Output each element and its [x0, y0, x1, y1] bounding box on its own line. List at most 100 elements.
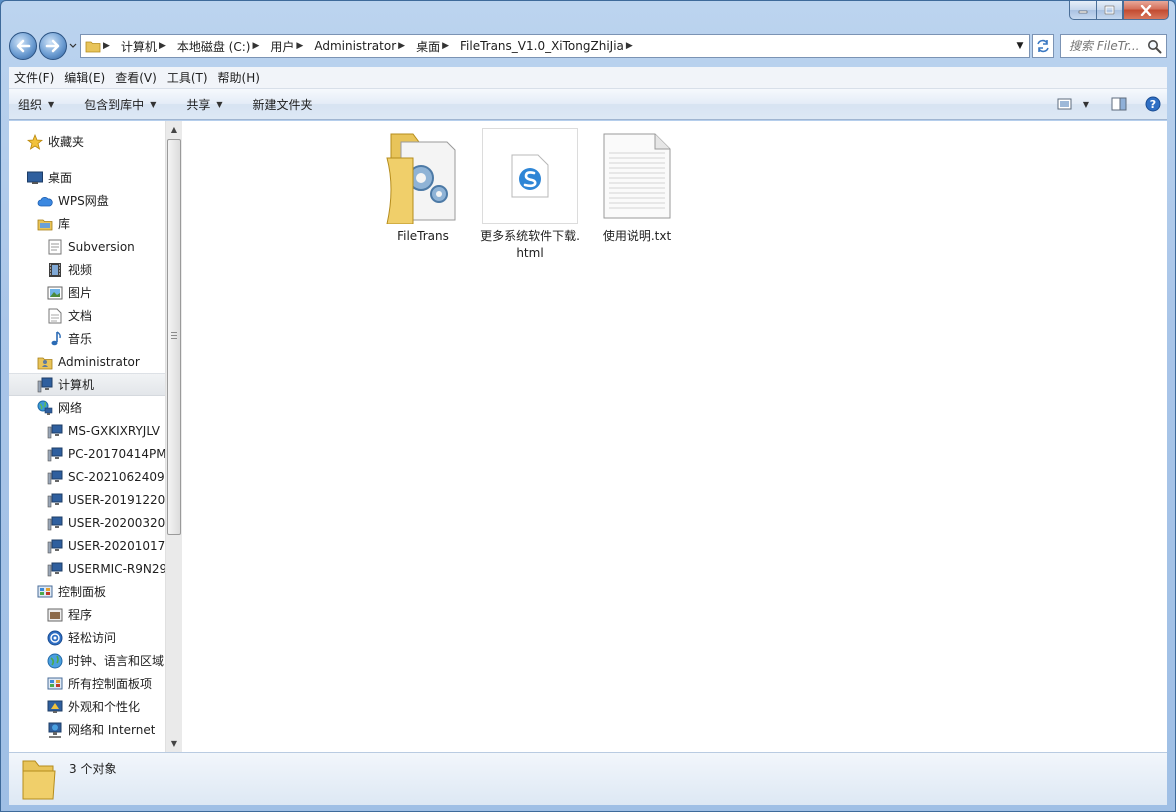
help-button[interactable]: ? [1139, 92, 1167, 116]
control-panel-icon [37, 584, 53, 600]
html-thumbnail [482, 128, 578, 224]
document-library-icon [47, 239, 63, 255]
nav-cp-programs[interactable]: 程序 [9, 603, 165, 626]
nav-network-computer[interactable]: USER-20201017I [9, 534, 165, 557]
breadcrumb-separator[interactable]: ▶ [250, 41, 262, 51]
breadcrumb-separator[interactable]: ▶ [440, 41, 452, 51]
user-folder-icon [37, 354, 53, 370]
command-bar-right: ▼ ? [1051, 92, 1167, 116]
address-history-dropdown[interactable]: ▼ [1011, 35, 1029, 57]
new-folder-button[interactable]: 新建文件夹 [244, 92, 322, 116]
nav-cp-all-items[interactable]: 所有控制面板项 [9, 672, 165, 695]
menu-tools[interactable]: 工具(T) [162, 68, 213, 88]
close-button[interactable] [1123, 1, 1169, 20]
search-input[interactable] [1069, 39, 1149, 53]
breadcrumb-item[interactable]: 本地磁盘 (C:) ▶ [173, 35, 267, 57]
menu-bar: 文件(F) 编辑(E) 查看(V) 工具(T) 帮助(H) [9, 67, 1167, 89]
nav-documents[interactable]: 文档 [9, 304, 165, 327]
maximize-icon [1104, 5, 1115, 15]
include-in-library-button[interactable]: 包含到库中 ▼ [75, 92, 165, 116]
refresh-button[interactable] [1032, 34, 1054, 58]
breadcrumb-item[interactable]: 计算机 ▶ [117, 35, 173, 57]
nav-cp-appearance[interactable]: 外观和个性化 [9, 695, 165, 718]
nav-cp-clock-region[interactable]: 时钟、语言和区域 [9, 649, 165, 672]
forward-button[interactable] [39, 32, 67, 60]
nav-videos[interactable]: 视频 [9, 258, 165, 281]
breadcrumb-separator[interactable]: ▶ [294, 41, 306, 51]
breadcrumb-separator[interactable]: ▶ [396, 41, 408, 51]
computer-icon [47, 423, 63, 439]
forward-arrow-icon [45, 39, 60, 53]
refresh-icon [1037, 39, 1049, 53]
breadcrumb-item[interactable]: FileTrans_V1.0_XiTongZhiJia ▶ [456, 35, 640, 57]
file-item[interactable]: 使用说明.txt [587, 128, 687, 245]
command-bar: 组织 ▼ 包含到库中 ▼ 共享 ▼ 新建文件夹 ▼ ? [9, 89, 1167, 120]
breadcrumb-item[interactable]: 用户 ▶ [266, 35, 310, 57]
nav-cp-ease-of-access[interactable]: 轻松访问 [9, 626, 165, 649]
nav-computer[interactable]: 计算机 [9, 373, 165, 396]
chevron-down-icon: ▼ [1082, 99, 1089, 109]
file-item[interactable]: 更多系统软件下载.html [480, 128, 580, 262]
star-icon [27, 133, 43, 150]
nav-network-computer[interactable]: USERMIC-R9N29 [9, 557, 165, 580]
minimize-button[interactable] [1069, 1, 1096, 20]
status-bar: 3 个对象 [9, 752, 1167, 805]
back-button[interactable] [9, 32, 37, 60]
file-item[interactable]: FileTrans [373, 128, 473, 245]
recent-pages-dropdown[interactable] [68, 32, 78, 60]
nav-favorites[interactable]: 收藏夹 [9, 130, 165, 153]
nav-administrator[interactable]: Administrator [9, 350, 165, 373]
menu-help[interactable]: 帮助(H) [213, 68, 265, 88]
breadcrumb-item[interactable]: 桌面 ▶ [412, 35, 456, 57]
nav-network[interactable]: 网络 [9, 396, 165, 419]
scroll-down-button[interactable]: ▼ [166, 735, 182, 752]
share-button[interactable]: 共享 ▼ [177, 92, 231, 116]
control-panel-icon [47, 676, 63, 692]
nav-subversion[interactable]: Subversion [9, 235, 165, 258]
scroll-grip [171, 332, 177, 340]
document-icon [47, 308, 63, 324]
file-name: 使用说明.txt [602, 229, 672, 243]
nav-network-computer[interactable]: SC-20210624091 [9, 465, 165, 488]
nav-pictures[interactable]: 图片 [9, 281, 165, 304]
text-file-icon [603, 133, 671, 219]
organize-button[interactable]: 组织 ▼ [9, 92, 63, 116]
search-box [1060, 34, 1167, 58]
address-row: ▶ 计算机 ▶ 本地磁盘 (C:) ▶ 用户 ▶ Administrator ▶ 桌面 ▶… [9, 29, 1167, 63]
nav-control-panel[interactable]: 控制面板 [9, 580, 165, 603]
file-name: FileTrans [397, 229, 449, 243]
breadcrumb-separator[interactable]: ▶ [101, 41, 113, 51]
menu-view[interactable]: 查看(V) [110, 68, 162, 88]
nav-music[interactable]: 音乐 [9, 327, 165, 350]
file-list-area[interactable]: FileTrans 更多系统软件下载.html 使用说明.txt [182, 121, 1167, 752]
computer-icon [47, 492, 63, 508]
maximize-button[interactable] [1096, 1, 1123, 20]
video-icon [47, 262, 63, 278]
change-view-button[interactable]: ▼ [1051, 92, 1095, 116]
nav-network-computer[interactable]: MS-GXKIXRYJLV [9, 419, 165, 442]
breadcrumb-separator[interactable]: ▶ [157, 41, 169, 51]
breadcrumb-separator[interactable]: ▶ [624, 41, 636, 51]
scroll-up-button[interactable]: ▲ [166, 121, 182, 138]
breadcrumb-item[interactable]: Administrator ▶ [310, 35, 412, 57]
object-count: 3 个对象 [69, 762, 117, 776]
nav-network-computer[interactable]: PC-20170414PM [9, 442, 165, 465]
folder-with-gears-icon [386, 133, 456, 224]
nav-cp-network-internet[interactable]: 网络和 Internet [9, 718, 165, 741]
nav-network-computer[interactable]: USER-201912200 [9, 488, 165, 511]
nav-desktop[interactable]: 桌面 [9, 166, 165, 189]
menu-edit[interactable]: 编辑(E) [59, 68, 110, 88]
preview-pane-button[interactable] [1105, 92, 1133, 116]
scroll-thumb[interactable] [167, 139, 181, 535]
menu-file[interactable]: 文件(F) [9, 68, 59, 88]
nav-libraries[interactable]: 库 [9, 212, 165, 235]
computer-icon [47, 515, 63, 531]
nav-network-computer[interactable]: USER-202003200 [9, 511, 165, 534]
address-bar[interactable]: ▶ 计算机 ▶ 本地磁盘 (C:) ▶ 用户 ▶ Administrator ▶ 桌面 ▶… [80, 34, 1030, 58]
navigation-pane: 收藏夹 桌面 WPS网盘 库 Subversion 视频 图片 文档 音乐 Ad… [9, 121, 165, 752]
search-icon[interactable] [1147, 39, 1162, 57]
navigation-scrollbar[interactable]: ▲ ▼ [165, 121, 182, 752]
nav-wps-cloud[interactable]: WPS网盘 [9, 189, 165, 212]
globe-clock-icon [47, 653, 63, 669]
computer-icon [37, 377, 53, 393]
